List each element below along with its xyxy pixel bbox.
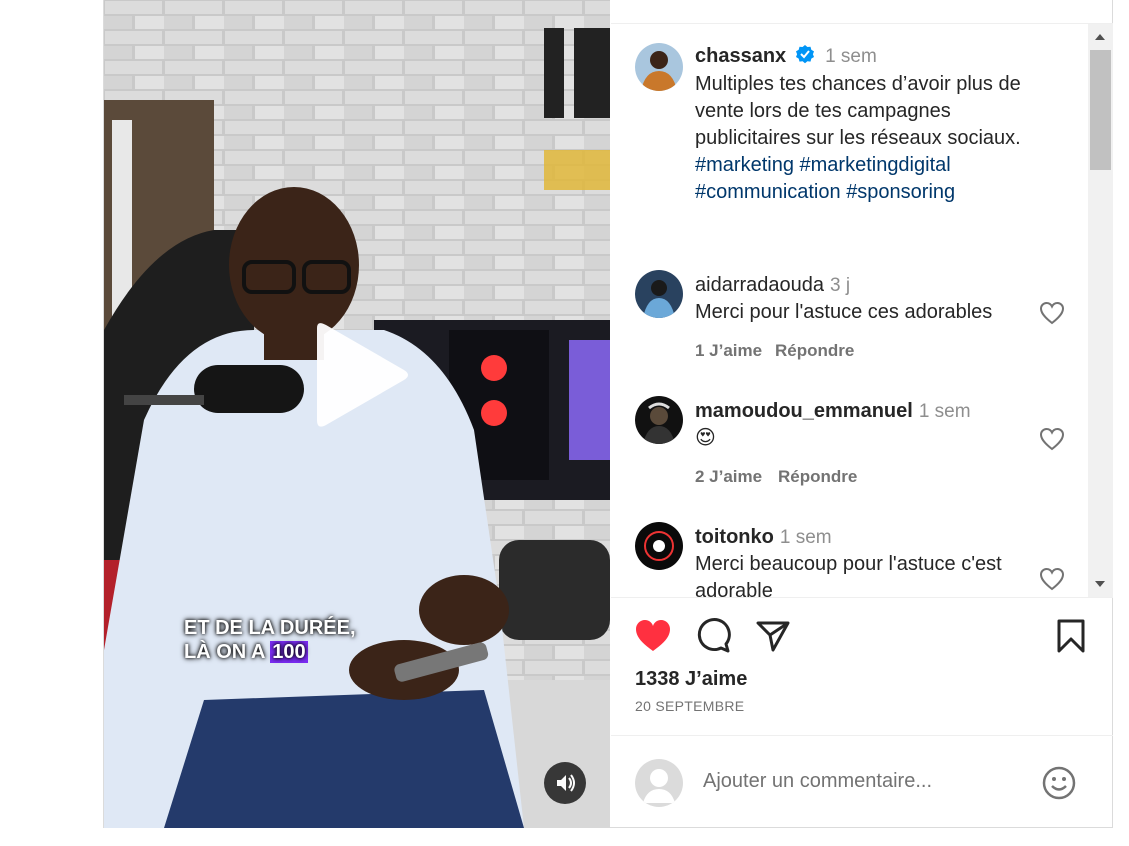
- hashtag-link[interactable]: #communication: [695, 181, 841, 203]
- verified-badge-icon: [795, 45, 814, 64]
- hashtag-link[interactable]: #marketing: [695, 154, 794, 176]
- like-heart-icon[interactable]: [633, 618, 673, 654]
- comments-scrollbar[interactable]: [1088, 24, 1113, 598]
- comments-scroll-area[interactable]: chassanx 1 sem Multiples tes chances d’a…: [611, 24, 1087, 598]
- comment-text-line: adorable: [695, 580, 773, 598]
- scroll-down-arrow-icon[interactable]: [1095, 581, 1105, 587]
- comment-username[interactable]: mamoudou_emmanuel: [695, 400, 913, 422]
- comment-time[interactable]: 3 j: [830, 275, 850, 296]
- post-time[interactable]: 1 sem: [825, 46, 877, 67]
- reply-button[interactable]: Répondre: [775, 341, 854, 361]
- like-comment-heart-icon[interactable]: [1039, 301, 1065, 325]
- comment-time[interactable]: 1 sem: [780, 527, 832, 548]
- post-date[interactable]: 20 SEPTEMBRE: [635, 698, 744, 714]
- like-comment-heart-icon[interactable]: [1039, 567, 1065, 591]
- avatar[interactable]: [635, 270, 683, 318]
- emoji-picker-icon[interactable]: [1041, 765, 1077, 801]
- hashtag-link[interactable]: #marketingdigital: [800, 154, 951, 176]
- add-comment-input[interactable]: Ajouter un commentaire...: [703, 770, 932, 793]
- scrollbar-thumb[interactable]: [1090, 50, 1111, 170]
- caption-line: publicitaires sur les réseaux sociaux.: [695, 127, 1021, 149]
- comment-likes[interactable]: 2 J’aime: [695, 467, 762, 487]
- comment-header: aidarradaouda 3 j: [695, 274, 850, 297]
- like-count[interactable]: 1338 J’aime: [635, 668, 747, 691]
- comment-header: mamoudou_emmanuel 1 sem: [695, 400, 971, 423]
- post-caption: Multiples tes chances d’avoir plus de ve…: [695, 71, 1021, 206]
- comment-header: toitonko 1 sem: [695, 526, 832, 549]
- avatar[interactable]: [635, 522, 683, 570]
- save-bookmark-icon[interactable]: [1055, 618, 1087, 654]
- comment-text: Merci pour l'astuce ces adorables: [695, 301, 993, 323]
- current-user-avatar: [635, 759, 683, 807]
- caption-line: vente lors de tes campagnes: [695, 100, 951, 122]
- speaker-icon: [557, 774, 575, 792]
- comment-text: 😍: [695, 427, 716, 449]
- comment-bubble-icon[interactable]: [695, 618, 731, 654]
- avatar[interactable]: [635, 43, 683, 91]
- scroll-up-arrow-icon[interactable]: [1095, 34, 1105, 40]
- actions-divider: [611, 597, 1113, 598]
- overlay-line-1: ET DE LA DURÉE,: [184, 617, 356, 639]
- hashtag-link[interactable]: #sponsoring: [846, 181, 955, 203]
- post-author-line: chassanx 1 sem: [695, 44, 877, 68]
- comment-text: Merci beaucoup pour l'astuce c'est adora…: [695, 551, 1002, 598]
- like-comment-heart-icon[interactable]: [1039, 427, 1065, 451]
- post-username[interactable]: chassanx: [695, 45, 786, 67]
- comment-likes[interactable]: 1 J’aime: [695, 341, 762, 361]
- video-frame: [104, 0, 610, 828]
- share-send-icon[interactable]: [755, 618, 791, 654]
- post-side-panel: chassanx 1 sem Multiples tes chances d’a…: [611, 0, 1113, 828]
- reply-button[interactable]: Répondre: [778, 467, 857, 487]
- avatar[interactable]: [635, 396, 683, 444]
- comment-box-divider: [611, 735, 1113, 736]
- caption-line: Multiples tes chances d’avoir plus de: [695, 73, 1021, 95]
- video-caption-overlay: ET DE LA DURÉE, LÀ ON A 100: [184, 616, 356, 664]
- mute-button[interactable]: [544, 762, 586, 804]
- comment-username[interactable]: aidarradaouda: [695, 274, 824, 296]
- comment-text-line: Merci beaucoup pour l'astuce c'est: [695, 553, 1002, 575]
- comment-time[interactable]: 1 sem: [919, 401, 971, 422]
- post-video[interactable]: ET DE LA DURÉE, LÀ ON A 100: [104, 0, 610, 828]
- overlay-highlight: 100: [270, 641, 308, 663]
- overlay-line-2: LÀ ON A: [184, 641, 265, 663]
- comment-username[interactable]: toitonko: [695, 526, 774, 548]
